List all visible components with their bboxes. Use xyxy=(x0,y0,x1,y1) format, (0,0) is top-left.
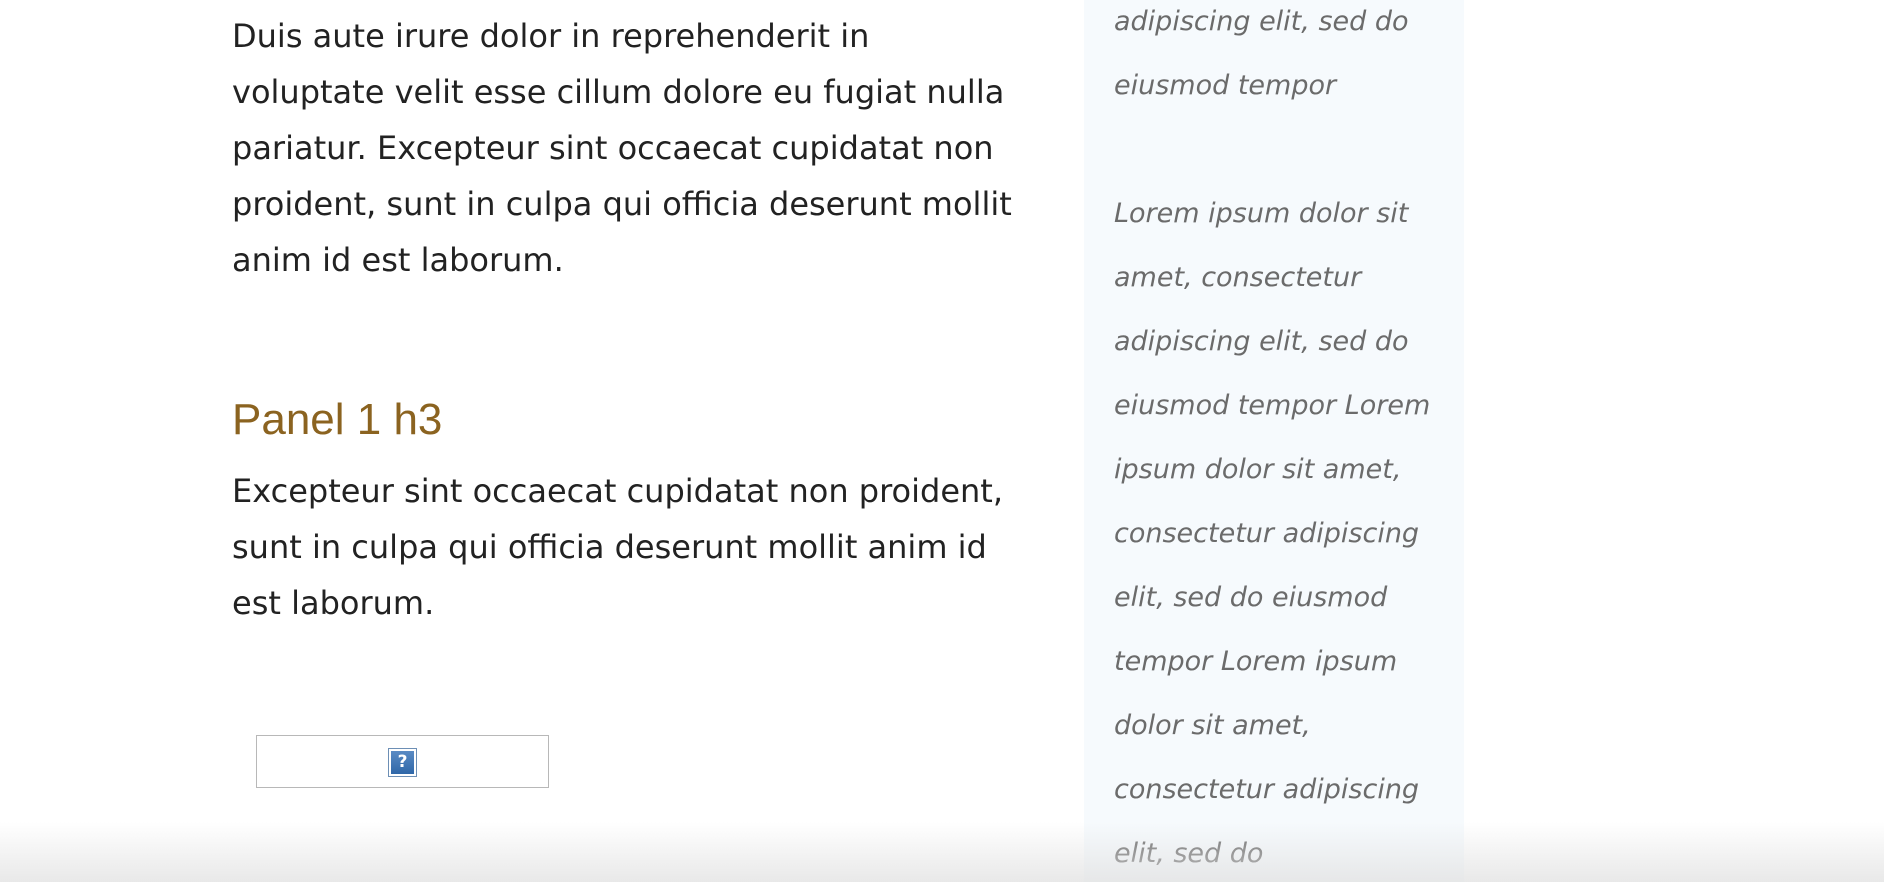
panel-heading: Panel 1 h3 xyxy=(232,395,443,444)
body-paragraph: Duis aute irure dolor in reprehenderit i… xyxy=(232,17,1012,279)
question-mark-icon: ? xyxy=(388,748,417,777)
question-mark-glyph: ? xyxy=(391,751,414,774)
page: Duis aute irure dolor in reprehenderit i… xyxy=(0,0,1884,882)
sidebar: adipiscing elit, sed do eiusmod tempor L… xyxy=(1084,0,1464,882)
sidebar-text-top: adipiscing elit, sed do eiusmod tempor xyxy=(1114,6,1409,101)
sidebar-text-main: Lorem ipsum dolor sit amet, consectetur … xyxy=(1114,198,1431,869)
panel-paragraph: Excepteur sint occaecat cupidatat non pr… xyxy=(232,472,1003,622)
bottom-fade-overlay xyxy=(0,822,1884,882)
broken-image-placeholder: ? xyxy=(256,735,549,788)
